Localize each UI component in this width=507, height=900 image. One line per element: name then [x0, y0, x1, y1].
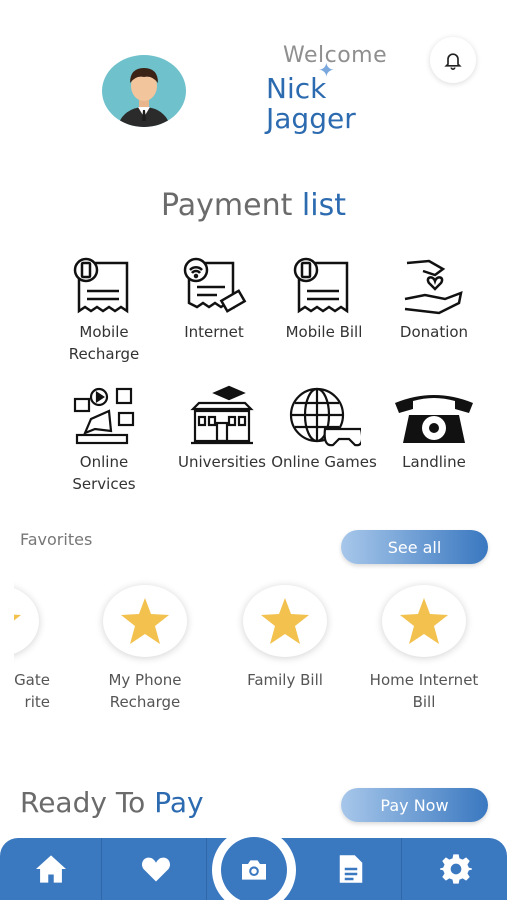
favorite-icon-circle	[243, 585, 327, 657]
mobile-bill-icon	[293, 257, 349, 314]
favorite-item[interactable]: My Phone Recharge	[80, 575, 210, 713]
payment-item-label: Mobile Bill	[285, 323, 363, 341]
internet-bill-icon	[183, 257, 247, 313]
favorite-label: Home Internet Bill	[369, 671, 479, 711]
settings-icon	[440, 854, 472, 884]
university-icon	[190, 385, 254, 445]
ready-part2: Pay	[154, 786, 204, 819]
user-name: Nick Jagger	[266, 72, 356, 135]
payment-item-label: Online Services	[72, 453, 136, 493]
bell-icon	[444, 53, 462, 70]
favorite-item[interactable]: Family Bill	[220, 575, 350, 691]
pay-now-button[interactable]: Pay Now	[341, 788, 488, 822]
favorite-label: My Phone Recharge	[108, 671, 182, 711]
nav-scan[interactable]	[212, 828, 296, 900]
nav-home[interactable]	[0, 838, 102, 900]
payment-item-internet[interactable]: Internet	[158, 255, 270, 343]
donation-icon	[404, 259, 463, 315]
payment-item-universities[interactable]: Universities	[166, 385, 278, 473]
payment-item-label: Landline	[402, 453, 466, 471]
payment-item-label: Online Games	[271, 453, 377, 471]
payment-item-online-services[interactable]: Online Services	[48, 385, 160, 495]
ready-to-pay-title: Ready To Pay	[20, 786, 204, 819]
bottom-navigation	[0, 828, 507, 900]
ready-part1: Ready To	[20, 786, 146, 819]
favorite-item[interactable]: Gate rite	[14, 575, 62, 713]
favorite-icon-circle	[14, 585, 39, 657]
nav-documents[interactable]	[300, 838, 402, 900]
favorites-title: Favorites	[20, 530, 93, 549]
payment-item-label: Donation	[399, 323, 469, 341]
heart-icon	[141, 857, 170, 882]
star-icon	[121, 598, 169, 644]
title-part1: Payment	[161, 188, 293, 223]
title-part2: list	[301, 188, 346, 223]
star-icon	[261, 598, 309, 644]
favorite-icon-circle	[103, 585, 187, 657]
payment-list-title: Payment list	[0, 188, 507, 223]
payment-item-online-games[interactable]: Online Games	[268, 385, 380, 473]
payment-item-mobile-recharge[interactable]: Mobile Recharge	[48, 255, 160, 365]
notification-button[interactable]	[430, 37, 476, 83]
payment-item-label: Internet	[184, 323, 244, 341]
star-icon	[400, 598, 448, 644]
payment-item-label: Universities	[177, 453, 266, 471]
nav-favorites[interactable]	[105, 838, 207, 900]
online-games-icon	[289, 387, 361, 447]
nav-settings[interactable]	[405, 838, 507, 900]
payment-item-label: Mobile Recharge	[68, 323, 140, 363]
avatar[interactable]	[102, 55, 186, 127]
document-icon	[339, 855, 362, 883]
payment-item-landline[interactable]: Landline	[378, 385, 490, 473]
mobile-recharge-icon	[73, 257, 129, 314]
welcome-text: Welcome	[283, 43, 388, 68]
favorites-carousel[interactable]: Gate rite My Phone Recharge Family Bill …	[14, 575, 507, 735]
favorite-label: Gate rite	[14, 671, 50, 711]
camera-icon	[242, 860, 266, 880]
home-icon	[35, 855, 66, 883]
landline-phone-icon	[395, 395, 473, 443]
star-icon	[14, 614, 21, 621]
scan-button[interactable]	[221, 837, 287, 900]
favorite-item[interactable]: Home Internet Bill	[359, 575, 489, 713]
online-services-icon	[73, 387, 135, 445]
payment-item-donation[interactable]: Donation	[378, 255, 490, 343]
favorite-label: Family Bill	[247, 671, 323, 689]
payment-item-mobile-bill[interactable]: Mobile Bill	[268, 255, 380, 343]
see-all-button[interactable]: See all	[341, 530, 488, 564]
user-avatar-icon	[118, 68, 170, 127]
favorite-icon-circle	[382, 585, 466, 657]
